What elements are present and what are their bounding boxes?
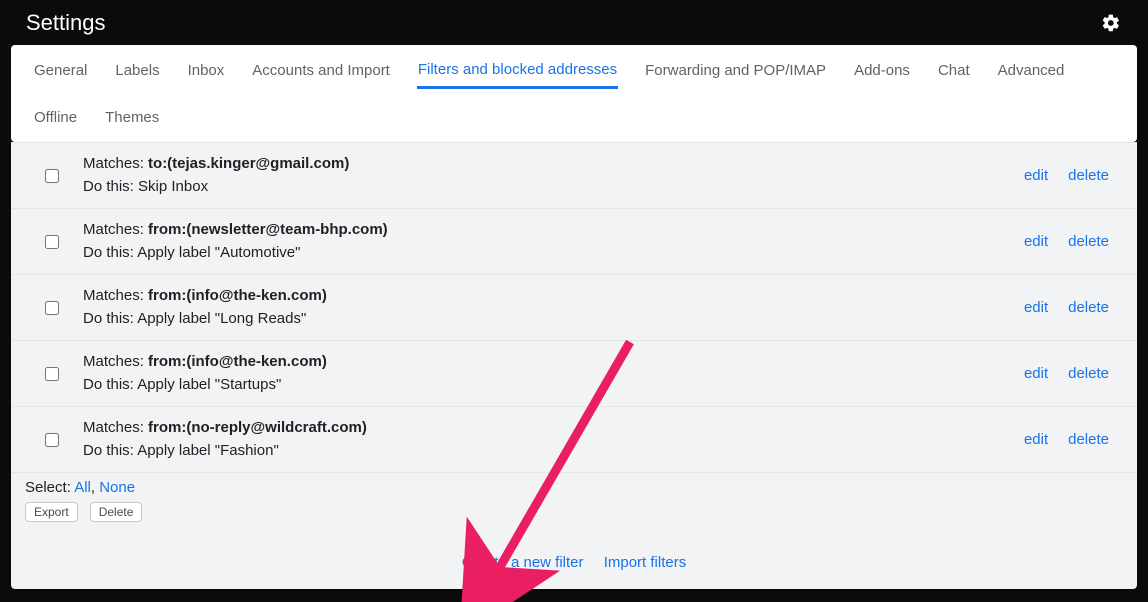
footer-links: Create a new filter Import filters (11, 530, 1137, 589)
tab-filters-and-blocked-addresses[interactable]: Filters and blocked addresses (417, 51, 618, 89)
filter-description: Matches: from:(info@the-ken.com) Do this:… (83, 351, 1024, 396)
bulk-buttons: Export Delete (25, 502, 1123, 522)
filter-checkbox-cell (19, 430, 83, 450)
filter-description: Matches: from:(no-reply@wildcraft.com) Do… (83, 417, 1024, 462)
matches-label: Matches: (83, 287, 148, 304)
tab-add-ons[interactable]: Add-ons (853, 52, 911, 89)
filter-checkbox[interactable] (45, 235, 59, 249)
filter-action: Apply label "Fashion" (137, 442, 279, 459)
delete-link[interactable]: delete (1068, 233, 1109, 250)
filter-row: Matches: from:(info@the-ken.com) Do this:… (11, 341, 1137, 407)
tab-chat[interactable]: Chat (937, 52, 971, 89)
filter-checkbox-cell (19, 364, 83, 384)
filter-row: Matches: from:(newsletter@team-bhp.com) D… (11, 209, 1137, 275)
tabs-card: General Labels Inbox Accounts and Import Fil… (11, 45, 1137, 142)
filter-action: Skip Inbox (138, 178, 208, 195)
filter-checkbox[interactable] (45, 301, 59, 315)
delete-link[interactable]: delete (1068, 167, 1109, 184)
filter-criteria: to:(tejas.kinger@gmail.com) (148, 155, 349, 172)
dothis-label: Do this: (83, 442, 137, 459)
filter-criteria: from:(no-reply@wildcraft.com) (148, 419, 367, 436)
dothis-label: Do this: (83, 310, 137, 327)
tab-advanced[interactable]: Advanced (997, 52, 1066, 89)
top-bar: Settings (0, 0, 1148, 45)
filter-actions: edit delete (1024, 365, 1129, 382)
filter-actions: edit delete (1024, 431, 1129, 448)
filter-row: Matches: from:(info@the-ken.com) Do this:… (11, 275, 1137, 341)
filter-actions: edit delete (1024, 167, 1129, 184)
filters-list: Matches: to:(tejas.kinger@gmail.com) Do t… (11, 142, 1137, 473)
tabs-bar: General Labels Inbox Accounts and Import Fil… (11, 45, 1137, 142)
bulk-delete-button[interactable]: Delete (90, 502, 143, 522)
export-button[interactable]: Export (25, 502, 78, 522)
tab-inbox[interactable]: Inbox (187, 52, 226, 89)
tab-forwarding-and-pop-imap[interactable]: Forwarding and POP/IMAP (644, 52, 827, 89)
edit-link[interactable]: edit (1024, 299, 1048, 316)
filter-action: Apply label "Long Reads" (137, 310, 306, 327)
filter-checkbox[interactable] (45, 367, 59, 381)
edit-link[interactable]: edit (1024, 431, 1048, 448)
matches-label: Matches: (83, 419, 148, 436)
filter-row: Matches: from:(no-reply@wildcraft.com) Do… (11, 407, 1137, 473)
filter-checkbox-cell (19, 298, 83, 318)
matches-label: Matches: (83, 221, 148, 238)
filter-description: Matches: from:(info@the-ken.com) Do this:… (83, 285, 1024, 330)
delete-link[interactable]: delete (1068, 431, 1109, 448)
tab-offline[interactable]: Offline (33, 99, 78, 136)
select-line: Select: All, None (25, 479, 1123, 496)
filter-actions: edit delete (1024, 233, 1129, 250)
filter-actions: edit delete (1024, 299, 1129, 316)
tab-accounts-and-import[interactable]: Accounts and Import (251, 52, 391, 89)
select-none-link[interactable]: None (99, 479, 135, 496)
tab-general[interactable]: General (33, 52, 88, 89)
edit-link[interactable]: edit (1024, 233, 1048, 250)
tab-themes[interactable]: Themes (104, 99, 160, 136)
filter-checkbox-cell (19, 166, 83, 186)
filter-checkbox[interactable] (45, 169, 59, 183)
import-filters-link[interactable]: Import filters (604, 554, 687, 571)
filters-panel: Matches: to:(tejas.kinger@gmail.com) Do t… (11, 142, 1137, 589)
filter-criteria: from:(newsletter@team-bhp.com) (148, 221, 388, 238)
filter-criteria: from:(info@the-ken.com) (148, 353, 327, 370)
dothis-label: Do this: (83, 244, 137, 261)
delete-link[interactable]: delete (1068, 365, 1109, 382)
filter-checkbox[interactable] (45, 433, 59, 447)
select-label: Select: (25, 479, 74, 496)
filter-criteria: from:(info@the-ken.com) (148, 287, 327, 304)
edit-link[interactable]: edit (1024, 365, 1048, 382)
delete-link[interactable]: delete (1068, 299, 1109, 316)
gear-icon[interactable] (1100, 12, 1122, 34)
select-all-link[interactable]: All (74, 479, 91, 496)
create-filter-link[interactable]: Create a new filter (462, 554, 584, 571)
edit-link[interactable]: edit (1024, 167, 1048, 184)
tab-labels[interactable]: Labels (114, 52, 160, 89)
dothis-label: Do this: (83, 376, 137, 393)
bottom-controls: Select: All, None Export Delete (11, 473, 1137, 530)
filter-description: Matches: from:(newsletter@team-bhp.com) D… (83, 219, 1024, 264)
filter-checkbox-cell (19, 232, 83, 252)
filter-action: Apply label "Startups" (137, 376, 281, 393)
matches-label: Matches: (83, 155, 148, 172)
filter-description: Matches: to:(tejas.kinger@gmail.com) Do t… (83, 153, 1024, 198)
matches-label: Matches: (83, 353, 148, 370)
filter-action: Apply label "Automotive" (137, 244, 300, 261)
filter-row: Matches: to:(tejas.kinger@gmail.com) Do t… (11, 142, 1137, 209)
page-title: Settings (26, 10, 106, 36)
dothis-label: Do this: (83, 178, 138, 195)
